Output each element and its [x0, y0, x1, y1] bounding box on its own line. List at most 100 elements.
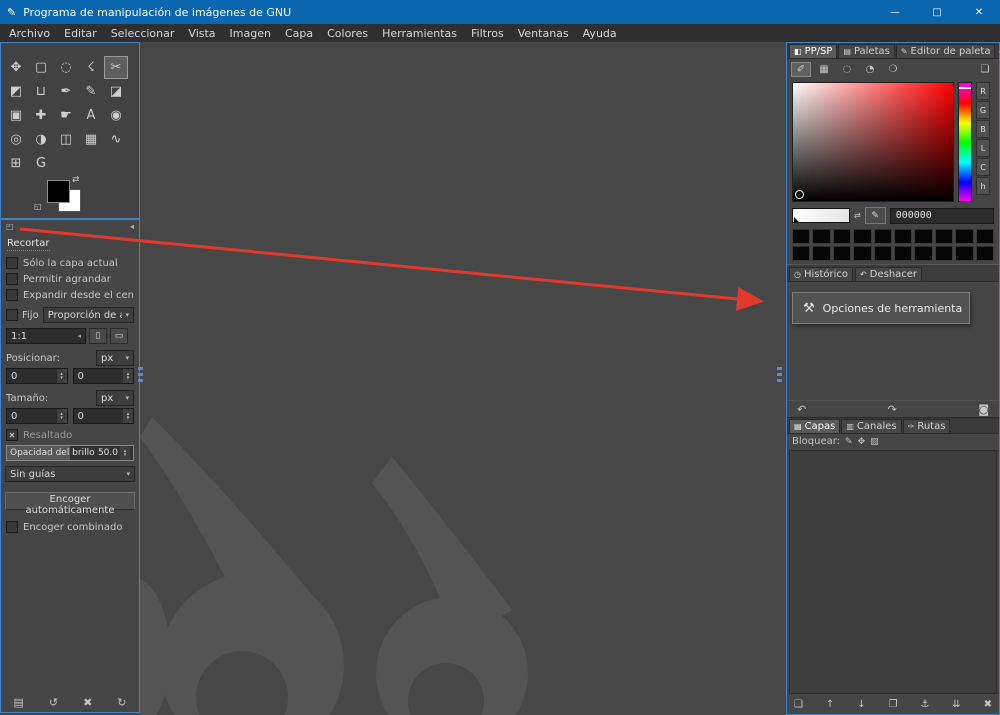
curves-tool-button[interactable]: ∿ [104, 128, 128, 151]
spinner-arrows-icon[interactable]: ▴ ▾ [56, 409, 67, 423]
tab-paletas[interactable]: ▤ Paletas [838, 44, 895, 58]
lower-layer-icon[interactable]: ↓ [857, 699, 865, 710]
foreground-color-swatch[interactable] [47, 180, 70, 203]
channel-h-button[interactable]: h [976, 177, 990, 195]
left-resize-handle[interactable] [138, 367, 143, 385]
palette-swatch[interactable] [873, 229, 892, 244]
menu-capa[interactable]: Capa [278, 26, 320, 41]
palette-swatch[interactable] [914, 229, 933, 244]
close-button[interactable]: ✕ [958, 0, 1000, 24]
eraser-tool-button[interactable]: ◪ [104, 80, 128, 103]
spinner-arrows-icon[interactable]: ▴ ▾ [123, 409, 133, 423]
shear-tool-button[interactable]: ◩ [4, 80, 28, 103]
delete-layer-icon[interactable]: ✖ [984, 699, 992, 710]
position-y-spinner[interactable]: 0 ▴ ▾ [72, 368, 134, 384]
menu-archivo[interactable]: Archivo [2, 26, 57, 41]
smudge-tool-button[interactable]: ☛ [54, 104, 78, 127]
text-tool-button[interactable]: A [79, 104, 103, 127]
pick-color-button[interactable]: ✎ [864, 207, 886, 224]
raise-layer-icon[interactable]: ↑ [826, 699, 834, 710]
palette-swatch[interactable] [975, 229, 994, 244]
hue-strip[interactable] [958, 82, 972, 202]
palette-swatch[interactable] [893, 246, 913, 261]
highlight-checkbox[interactable]: ✕ Resaltado [6, 429, 134, 441]
tool-options-floating-tab[interactable]: ⚒ Opciones de herramienta [792, 292, 970, 324]
duplicate-layer-icon[interactable]: ❐ [889, 699, 898, 710]
palette-swatch[interactable] [873, 246, 892, 261]
current-layer-only-checkbox[interactable]: Sólo la capa actual [6, 257, 134, 269]
clone-tool-button[interactable]: ▣ [4, 104, 28, 127]
bucket-fill-tool-button[interactable]: ⊔ [29, 80, 53, 103]
channel-l-button[interactable]: L [976, 139, 990, 157]
palette-swatch[interactable] [812, 246, 831, 261]
swap-color-icon[interactable]: ⇄ [854, 211, 861, 220]
landscape-button[interactable]: ▭ [110, 328, 128, 344]
zoom-tool-button[interactable]: ◎ [4, 128, 28, 151]
auto-shrink-button[interactable]: Encoger automáticamente [5, 492, 135, 516]
palette-swatch[interactable] [893, 229, 913, 244]
tab-fg-bg[interactable]: ◧ PP/SP [789, 44, 838, 58]
palette-swatch[interactable] [934, 229, 954, 244]
snapshot-icon[interactable]: ◙ [978, 403, 989, 416]
cmyk-selector-button[interactable]: ▦ [814, 62, 834, 77]
menu-seleccionar[interactable]: Seleccionar [104, 26, 182, 41]
size-height-spinner[interactable]: 0 ▴ ▾ [72, 408, 134, 424]
menu-vista[interactable]: Vista [181, 26, 222, 41]
channel-g-button[interactable]: G [976, 101, 990, 119]
saturation-value-square[interactable] [792, 82, 954, 202]
panel-menu-icon[interactable]: ◂ [130, 222, 134, 231]
allow-growing-checkbox[interactable]: Permitir agrandar [6, 273, 134, 285]
tab-historico[interactable]: ◷ Histórico [789, 267, 854, 281]
palette-swatch[interactable] [792, 229, 811, 244]
save-options-button[interactable]: ▤ [13, 696, 23, 709]
palette-swatch[interactable] [853, 229, 872, 244]
spinner-arrows-icon[interactable]: ▴ ▾ [123, 369, 133, 383]
size-unit-combo[interactable]: px ▾ [96, 390, 134, 406]
menu-filtros[interactable]: Filtros [464, 26, 511, 41]
maximize-button[interactable]: □ [916, 0, 958, 24]
hex-color-input[interactable]: 000000 [889, 207, 994, 224]
channel-r-button[interactable]: R [976, 82, 990, 100]
palette-swatch[interactable] [832, 229, 852, 244]
watercolor-selector-button[interactable]: ◌ [837, 62, 857, 77]
image-canvas[interactable] [140, 42, 786, 715]
free-select-tool-button[interactable]: ◌ [54, 56, 78, 79]
delete-options-button[interactable]: ✖ [83, 696, 92, 709]
fixed-checkbox[interactable] [6, 309, 18, 321]
swap-colors-icon[interactable]: ⇄ [72, 175, 80, 185]
align-tool-button[interactable]: ⊞ [4, 152, 28, 175]
paintbrush-tool-button[interactable]: ✎ [79, 80, 103, 103]
tab-capas[interactable]: ▤ Capas [789, 419, 841, 433]
palette-selector-button[interactable]: ❍ [883, 62, 903, 77]
menu-ayuda[interactable]: Ayuda [576, 26, 624, 41]
lock-pixels-icon[interactable]: ✎ [845, 437, 853, 447]
aspect-ratio-input[interactable]: 1:1 ◂ [6, 328, 86, 344]
palette-swatch[interactable] [934, 246, 954, 261]
palette-swatch[interactable] [832, 246, 852, 261]
palette-swatch[interactable] [812, 229, 831, 244]
reset-options-button[interactable]: ↻ [117, 696, 126, 709]
tab-canales[interactable]: ▥ Canales [841, 419, 902, 433]
spinner-arrows-icon[interactable]: ▴ ▾ [56, 369, 67, 383]
undo-icon[interactable]: ↶ [797, 403, 806, 416]
menu-herramientas[interactable]: Herramientas [375, 26, 464, 41]
palette-swatch[interactable] [955, 246, 974, 261]
flip-tool-button[interactable]: ◫ [54, 128, 78, 151]
menu-editar[interactable]: Editar [57, 26, 104, 41]
merge-layer-icon[interactable]: ⇊ [952, 699, 960, 710]
channel-c-button[interactable]: C [976, 158, 990, 176]
minimize-button[interactable]: — [874, 0, 916, 24]
scales-selector-button[interactable]: ❏ [975, 62, 995, 77]
ink-tool-button[interactable]: ✒ [54, 80, 78, 103]
move-tool-button[interactable]: ✥ [4, 56, 28, 79]
current-color-bar[interactable] [792, 208, 850, 223]
palette-swatch[interactable] [914, 246, 933, 261]
size-width-spinner[interactable]: 0 ▴ ▾ [6, 408, 68, 424]
lock-alpha-icon[interactable]: ▨ [870, 437, 879, 447]
color-picker-tool-button[interactable]: ◉ [104, 104, 128, 127]
position-x-spinner[interactable]: 0 ▴ ▾ [6, 368, 68, 384]
heal-tool-button[interactable]: ✚ [29, 104, 53, 127]
menu-colores[interactable]: Colores [320, 26, 375, 41]
tab-rutas[interactable]: ✑ Rutas [902, 419, 951, 433]
wheel-selector-button[interactable]: ◔ [860, 62, 880, 77]
